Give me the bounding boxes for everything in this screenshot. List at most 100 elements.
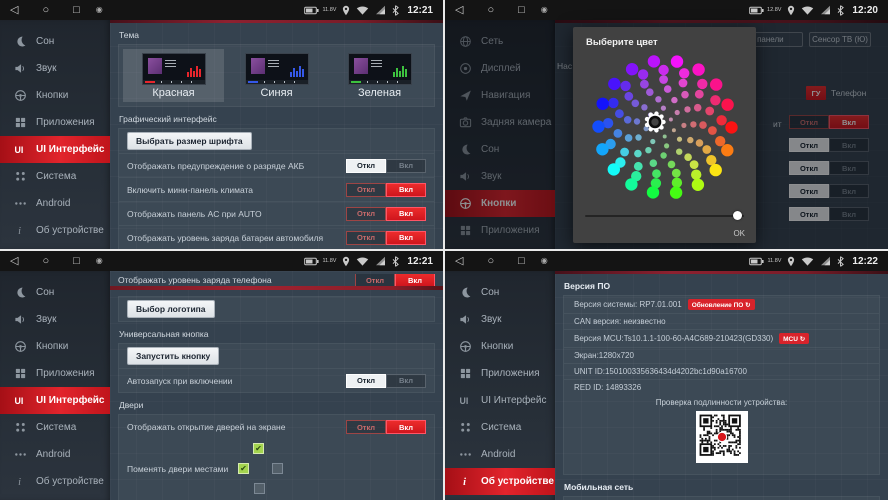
- sidebar-item-system[interactable]: Система: [445, 414, 555, 441]
- battery-icon: [749, 6, 764, 15]
- door-checkbox-right[interactable]: [272, 463, 283, 474]
- recents-icon[interactable]: □: [73, 5, 80, 16]
- ok-button[interactable]: OK: [733, 229, 745, 238]
- sidebar-item-ui[interactable]: UIUI Интерфейс: [0, 136, 110, 163]
- settings-button[interactable]: Выбор логотипа: [127, 300, 215, 318]
- home-icon[interactable]: ○: [42, 5, 49, 16]
- toggle-off-button[interactable]: Откл: [346, 374, 386, 388]
- back-icon[interactable]: ◁: [455, 5, 463, 16]
- sidebar-item-apps-grid[interactable]: Приложения: [0, 360, 110, 387]
- toggle-on-button[interactable]: Вкл: [386, 159, 426, 173]
- screen-record-icon[interactable]: ◉: [96, 6, 103, 14]
- sidebar-item-label: Звук: [36, 314, 57, 325]
- sidebar-item-ellipsis[interactable]: Android: [445, 441, 555, 468]
- back-icon[interactable]: ◁: [10, 256, 18, 267]
- button-row: Выбрать размер шрифта: [119, 129, 434, 153]
- theme-option-1[interactable]: Красная: [123, 49, 224, 102]
- recents-icon[interactable]: □: [73, 256, 80, 267]
- wifi-icon: [801, 256, 814, 266]
- player-bar: [143, 80, 205, 84]
- nav-buttons: ◁ ○ □ ◉: [455, 256, 548, 267]
- theme-option-3[interactable]: Зеленая: [329, 49, 430, 102]
- sidebar-item-apps-grid[interactable]: Приложения: [445, 360, 555, 387]
- toggle-on-button[interactable]: Вкл: [386, 207, 426, 221]
- settings-panel: Выбрать размер шрифтаОтображать предупре…: [118, 128, 435, 249]
- info-center-text: Проверка подлинности устройства:: [564, 395, 879, 409]
- toggle-off-button[interactable]: Откл: [346, 231, 386, 245]
- sidebar-item-ellipsis[interactable]: Android: [0, 190, 110, 217]
- back-icon[interactable]: ◁: [10, 5, 18, 16]
- sidebar-item-label: Система: [36, 171, 76, 182]
- home-icon[interactable]: ○: [487, 5, 494, 16]
- screen-record-icon[interactable]: ◉: [541, 6, 548, 14]
- setting-row: Отображать уровень заряда батареи автомо…: [119, 225, 434, 249]
- door-checkbox-bottom[interactable]: [254, 483, 265, 494]
- signal-icon: [820, 256, 831, 266]
- info-text: RED ID: 14893326: [574, 383, 641, 392]
- screen-ui-interface-theme: ◁○□◉ 11.8V 12:21 СонЗвукКнопкиПриложения…: [0, 0, 443, 249]
- door-checkbox-top[interactable]: ✔: [253, 443, 264, 454]
- toggle-off-button[interactable]: Откл: [346, 420, 386, 434]
- sidebar-item-apps-grid[interactable]: Приложения: [0, 109, 110, 136]
- brightness-slider[interactable]: [585, 211, 744, 221]
- recents-icon[interactable]: □: [518, 5, 525, 16]
- screen-record-icon[interactable]: ◉: [541, 257, 548, 265]
- screen-record-icon[interactable]: ◉: [96, 257, 103, 265]
- sidebar-item-steering-wheel[interactable]: Кнопки: [445, 333, 555, 360]
- clock: 12:21: [407, 5, 433, 16]
- settings-content: Версия ПОВерсия системы: RP7.01.001Обнов…: [555, 271, 888, 500]
- theme-label: Красная: [123, 87, 224, 99]
- sidebar-item-moon[interactable]: Сон: [0, 279, 110, 306]
- toggle-off-button[interactable]: Откл: [355, 274, 395, 287]
- home-icon[interactable]: ○: [42, 256, 49, 267]
- sidebar-item-moon[interactable]: Сон: [0, 28, 110, 55]
- setting-label: Включить мини-панель климата: [127, 185, 253, 195]
- home-icon[interactable]: ○: [487, 256, 494, 267]
- sidebar-item-label: Кнопки: [36, 90, 68, 101]
- recents-icon[interactable]: □: [518, 256, 525, 267]
- setting-row: Отображать панель AC при AUTOОтклВкл: [119, 201, 434, 225]
- theme-option-2[interactable]: Синяя: [226, 49, 327, 102]
- sidebar-item-system[interactable]: Система: [0, 414, 110, 441]
- nav-buttons: ◁ ○ □ ◉: [455, 5, 548, 16]
- mcu-update-badge[interactable]: MCU ↻: [779, 333, 809, 344]
- toggle-on-button[interactable]: Вкл: [395, 274, 435, 287]
- toggle-on-button[interactable]: Вкл: [386, 231, 426, 245]
- sidebar-item-info[interactable]: iОб устройстве: [445, 468, 555, 495]
- sidebar-item-label: UI Интерфейс: [36, 395, 104, 406]
- sidebar-item-steering-wheel[interactable]: Кнопки: [0, 333, 110, 360]
- apps-grid-icon: [13, 367, 27, 381]
- color-wheel[interactable]: [585, 51, 745, 203]
- section-label: Универсальная кнопка: [119, 329, 435, 339]
- toggle-off-button[interactable]: Откл: [346, 207, 386, 221]
- sidebar-item-system[interactable]: Система: [0, 163, 110, 190]
- section-label: Графический интерфейс: [119, 114, 435, 124]
- slider-handle[interactable]: [733, 211, 742, 220]
- sidebar-item-ui[interactable]: UIUI Интерфейс: [445, 387, 555, 414]
- sidebar-item-speaker[interactable]: Звук: [0, 306, 110, 333]
- toggle-off-button[interactable]: Откл: [346, 159, 386, 173]
- toggle-on-button[interactable]: Вкл: [386, 374, 426, 388]
- wifi-icon: [356, 5, 369, 15]
- door-checkbox-left[interactable]: ✔: [238, 463, 249, 474]
- sidebar-item-speaker[interactable]: Звук: [0, 55, 110, 82]
- sidebar-item-ellipsis[interactable]: Android: [0, 441, 110, 468]
- sidebar-item-info[interactable]: iОб устройстве: [0, 468, 110, 495]
- settings-button[interactable]: Выбрать размер шрифта: [127, 132, 252, 150]
- toggle-on: ОтклВкл: [346, 207, 426, 221]
- location-icon: [342, 256, 350, 267]
- sidebar-item-moon[interactable]: Сон: [445, 279, 555, 306]
- info-icon: i: [458, 475, 472, 489]
- settings-button[interactable]: Запустить кнопку: [127, 347, 219, 365]
- update-firmware-badge[interactable]: Обновление ПО ↻: [688, 299, 755, 310]
- sidebar-item-speaker[interactable]: Звук: [445, 306, 555, 333]
- toggle-on-button[interactable]: Вкл: [386, 183, 426, 197]
- toggle-on-button[interactable]: Вкл: [386, 420, 426, 434]
- back-icon[interactable]: ◁: [455, 256, 463, 267]
- sidebar-item-info[interactable]: iОб устройстве: [0, 217, 110, 244]
- sidebar-item-steering-wheel[interactable]: Кнопки: [0, 82, 110, 109]
- info-line: Версия MCU:Ts10.1.1-100-60-A4C689-210423…: [564, 329, 879, 347]
- sidebar-item-ui[interactable]: UIUI Интерфейс: [0, 387, 110, 414]
- steering-wheel-icon: [13, 340, 27, 354]
- toggle-off-button[interactable]: Откл: [346, 183, 386, 197]
